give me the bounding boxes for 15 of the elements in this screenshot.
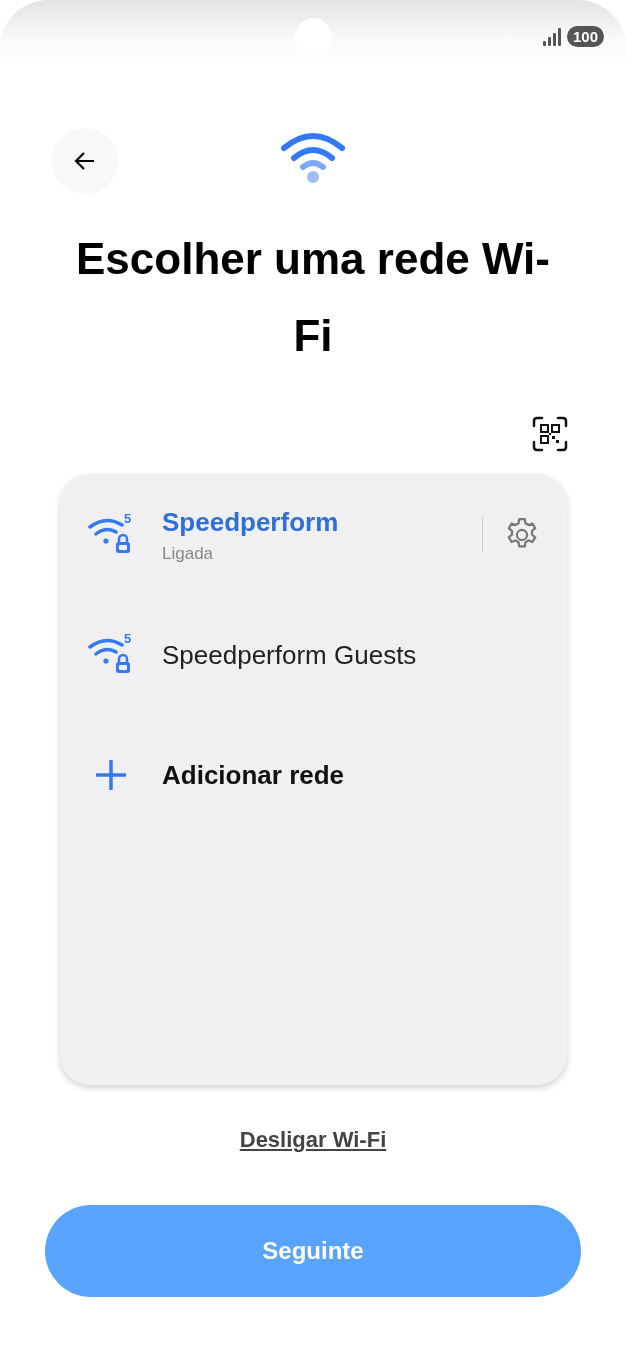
- network-name: Speedperform Guests: [162, 639, 418, 671]
- band-label: 5: [124, 511, 132, 526]
- qr-code-scan-icon[interactable]: [532, 416, 568, 452]
- turn-off-wifi-link[interactable]: Desligar Wi-Fi: [239, 1127, 387, 1153]
- battery-level: 100: [566, 26, 604, 47]
- network-status: Ligada: [162, 543, 215, 564]
- add-network-item[interactable]: Adicionar rede: [60, 740, 567, 810]
- signal-icon: [541, 26, 562, 47]
- plus-icon: [96, 760, 126, 790]
- band-label: 5: [124, 631, 132, 646]
- network-item[interactable]: 5 Speedperform Ligada: [60, 500, 567, 570]
- wifi-icon: [280, 132, 346, 184]
- network-name: Speedperform: [162, 506, 340, 538]
- network-item[interactable]: 5 Speedperform Guests: [60, 620, 567, 690]
- page-title: Escolher uma rede Wi-Fi: [75, 233, 551, 362]
